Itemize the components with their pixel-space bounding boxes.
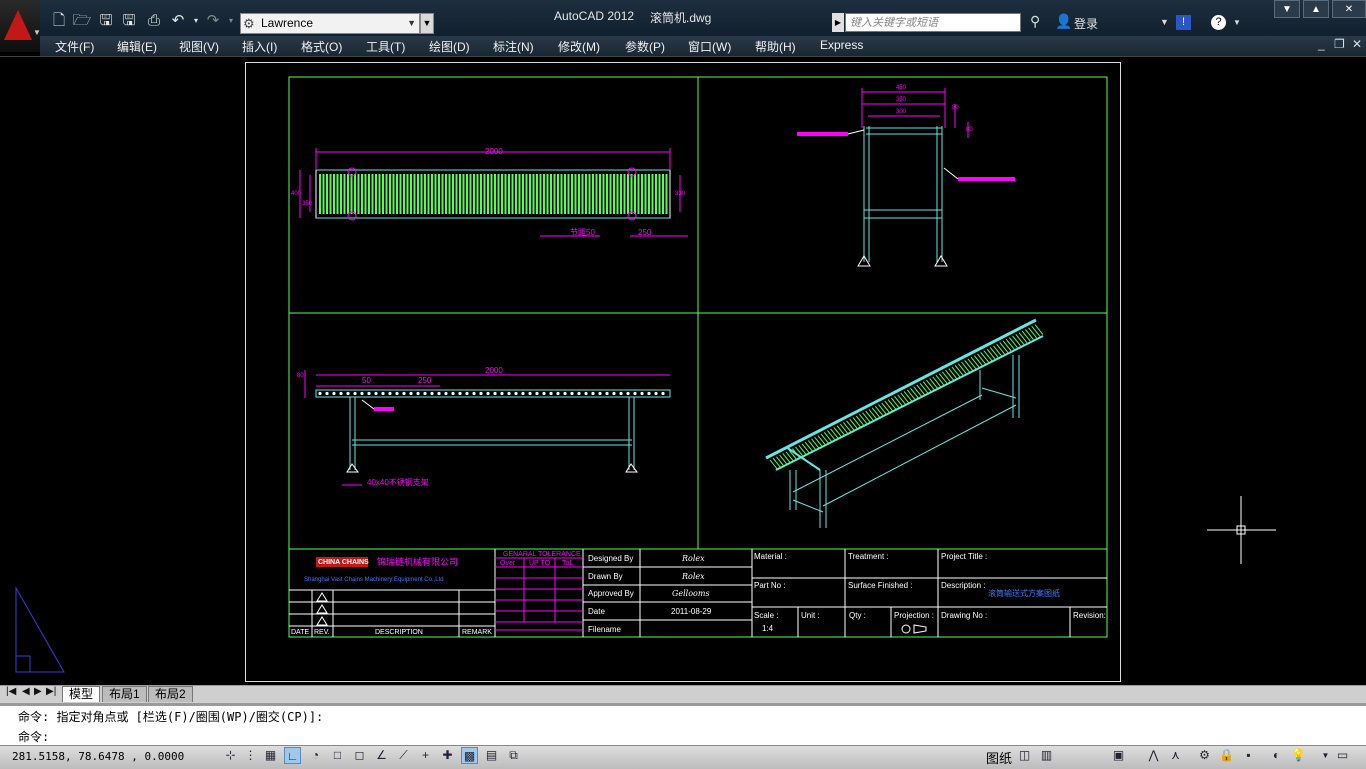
quick-view-icon[interactable]: ▣ — [1110, 747, 1127, 764]
tab-model[interactable]: 模型 — [62, 686, 101, 702]
revision-label: Revision: — [1073, 611, 1106, 620]
ucs-icon — [15, 586, 65, 673]
dim-side-mid: 350 — [896, 97, 907, 103]
dim-top-right: 330 — [675, 191, 686, 197]
next-tab-icon[interactable]: ▶ — [34, 686, 42, 697]
last-tab-icon[interactable]: ▶| — [46, 686, 56, 697]
tab-layout2[interactable]: 布局2 — [148, 686, 193, 702]
crosshair-cursor — [1207, 496, 1276, 564]
material-label: Material : — [754, 552, 787, 561]
projection-label: Projection : — [894, 611, 935, 620]
paper-space-label[interactable]: 图纸 — [986, 748, 1012, 767]
company-cn-name: 锦瑞链机械有限公司 — [377, 557, 459, 567]
dim-top-pitch: 节距50 — [570, 228, 595, 237]
dim-side-inner: 300 — [896, 109, 907, 115]
unit-label: Unit : — [801, 611, 820, 620]
prev-tab-icon[interactable]: ◀ — [22, 686, 30, 697]
dynamic-ucs-icon[interactable]: ⟋ — [395, 747, 412, 764]
isometric-view — [765, 318, 1044, 528]
dim-front-overall: 2000 — [485, 366, 503, 375]
dim-side-r1: 80 — [952, 105, 959, 111]
lightbulb-icon[interactable]: 💡 — [1290, 747, 1307, 764]
qty-label: Qty : — [849, 611, 866, 620]
company-en-name: Shanghai Vast Chains Machinery Equipment… — [304, 577, 444, 583]
scale-label: Scale : — [754, 611, 779, 620]
cad-drawing — [15, 76, 1276, 673]
tol-header-over: Over — [500, 560, 516, 567]
hardware-acceleration-icon[interactable]: ▪ — [1240, 747, 1257, 764]
command-history-line: 命令: 指定对角点或 [栏选(F)/圈围(WP)/圈交(CP)]: — [18, 710, 324, 724]
object-snap-tracking-icon[interactable]: ∠ — [373, 747, 390, 764]
rev-header-description: DESCRIPTION — [375, 629, 423, 636]
project-title-label: Project Title : — [941, 552, 988, 561]
command-prompt[interactable]: 命令: — [18, 728, 49, 745]
rev-header-date: DATE — [291, 629, 310, 636]
surface-finished-label: Surface Finished : — [848, 581, 913, 590]
infer-constraints-icon[interactable]: ⊹ — [222, 747, 239, 764]
leg-note: 40x40不锈钢支架 — [367, 478, 429, 487]
polar-tracking-icon[interactable]: ◔ — [307, 747, 324, 764]
dim-top-left-2: 350 — [302, 201, 313, 207]
status-menu-icon[interactable]: ▼ — [1317, 747, 1334, 764]
part-no-label: Part No : — [754, 581, 786, 590]
date-value: 2011-08-29 — [671, 607, 712, 616]
ortho-mode-icon[interactable]: ∟ — [284, 747, 301, 764]
tolerance-grid — [495, 557, 583, 631]
dim-side-r2: 80 — [966, 127, 973, 133]
approved-by-label: Approved By — [588, 589, 634, 598]
dim-top-end: 250 — [638, 228, 652, 237]
transparency-icon[interactable]: ▩ — [461, 747, 478, 764]
quick-properties-icon[interactable]: ▤ — [483, 747, 500, 764]
approved-by-value: Gellooms — [672, 589, 710, 598]
model-viewport-icon[interactable]: ▥ — [1038, 747, 1055, 764]
tab-layout1[interactable]: 布局1 — [102, 686, 147, 702]
drawing-no-label: Drawing No : — [941, 611, 988, 620]
description-value: 滚筒输送式方案图纸 — [988, 589, 1060, 598]
annotation-scale-icon[interactable]: ⋀ — [1145, 747, 1162, 764]
dim-top-left-1: 400 — [291, 191, 302, 197]
object-snap-icon[interactable]: □ — [329, 747, 346, 764]
description-label: Description : — [941, 581, 986, 590]
dynamic-input-icon[interactable]: + — [417, 747, 434, 764]
annotation-visibility-icon[interactable]: ⋏ — [1167, 747, 1184, 764]
first-tab-icon[interactable]: |◀ — [6, 686, 16, 697]
designed-by-label: Designed By — [588, 554, 634, 563]
filename-label: Filename — [588, 625, 621, 634]
grid-display-icon[interactable]: ▦ — [262, 747, 279, 764]
dim-front-left-h: 80 — [297, 373, 304, 379]
rev-header-rev: REV. — [314, 629, 330, 636]
date-label: Date — [588, 607, 605, 616]
dim-side-top: 450 — [896, 85, 907, 91]
coordinate-readout[interactable]: 281.5158, 78.6478 , 0.0000 — [12, 750, 184, 763]
dim-front-left: 50 — [362, 376, 371, 385]
treatment-label: Treatment : — [848, 552, 889, 561]
dim-front-mid: 250 — [418, 376, 432, 385]
designed-by-value: Rolex — [682, 554, 705, 563]
tol-header-tol: ToL — [562, 560, 574, 567]
dim-top-overall: 2000 — [485, 147, 503, 156]
company-logo-text: CHINA CHAINS — [318, 559, 369, 566]
drawn-by-label: Drawn By — [588, 572, 623, 581]
lock-icon[interactable]: 🔒 — [1218, 747, 1235, 764]
tol-header-upto: UP TO — [529, 560, 551, 567]
lineweight-icon[interactable]: ✚ — [439, 747, 456, 764]
isolate-objects-icon[interactable]: ◐ — [1268, 747, 1285, 764]
workspace-switch-icon[interactable]: ⚙ — [1196, 747, 1213, 764]
3d-object-snap-icon[interactable]: ◻ — [351, 747, 368, 764]
layout-viewport-icon[interactable]: ◫ — [1016, 747, 1033, 764]
layout-tab-bar — [0, 685, 1366, 703]
drawn-by-value: Rolex — [682, 572, 705, 581]
tolerance-title: GENARAL TOLERANCE — [503, 551, 581, 558]
rev-header-remark: REMARK — [462, 629, 492, 636]
front-view — [304, 370, 671, 486]
snap-mode-icon[interactable]: ⋮ — [242, 747, 259, 764]
top-view — [299, 148, 688, 237]
selection-cycling-icon[interactable]: ⧉ — [505, 747, 522, 764]
scale-value: 1:4 — [762, 624, 774, 633]
clean-screen-icon[interactable]: ▭ — [1334, 747, 1351, 764]
